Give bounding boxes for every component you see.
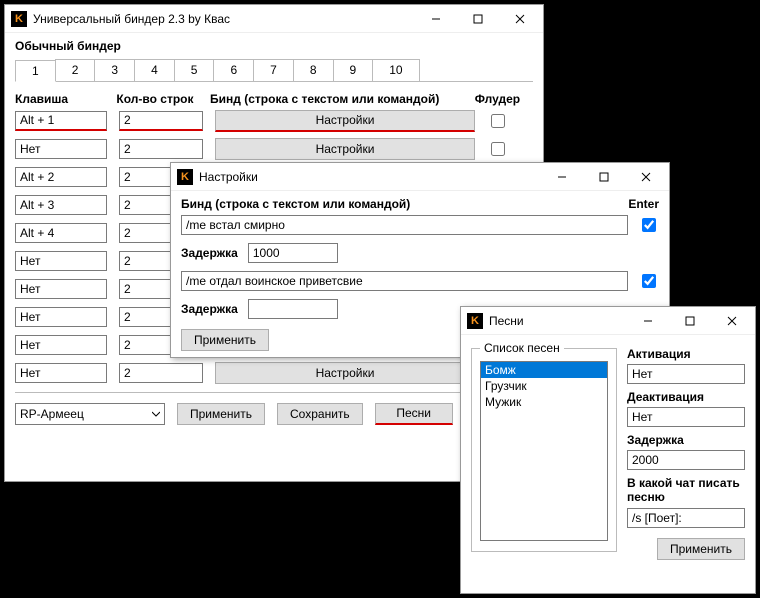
app-icon: K (467, 313, 483, 329)
list-item[interactable]: Грузчик (481, 378, 607, 394)
songs-list-group: Список песен БомжГрузчикМужик (471, 341, 617, 552)
songs-list-label: Список песен (480, 341, 564, 355)
count-input[interactable] (119, 111, 203, 131)
count-input[interactable] (119, 363, 203, 383)
row-settings-button[interactable]: Настройки (215, 110, 475, 132)
tab-10[interactable]: 10 (372, 59, 419, 81)
songs-window: K Песни Список песен БомжГрузчикМужик Ак… (460, 306, 756, 594)
apply-button[interactable]: Применить (177, 403, 265, 425)
delay-input-2[interactable] (248, 299, 338, 319)
close-button[interactable] (625, 164, 667, 190)
maximize-button[interactable] (669, 308, 711, 334)
delay-label-2: Задержка (181, 302, 238, 316)
tab-8[interactable]: 8 (293, 59, 334, 81)
tab-2[interactable]: 2 (55, 59, 96, 81)
header-bind: Бинд (строка с текстом или командой) (210, 92, 463, 106)
save-button[interactable]: Сохранить (277, 403, 363, 425)
enter-checkbox-1[interactable] (642, 218, 656, 232)
header-key: Клавиша (15, 92, 104, 106)
tab-1[interactable]: 1 (15, 60, 56, 82)
row-settings-button[interactable]: Настройки (215, 362, 475, 384)
activation-input[interactable] (627, 364, 745, 384)
delay-label-1: Задержка (181, 246, 238, 260)
key-input[interactable] (15, 223, 107, 243)
chat-input[interactable] (627, 508, 745, 528)
window-title: Песни (489, 314, 627, 328)
tab-9[interactable]: 9 (333, 59, 374, 81)
bind-row: Настройки (15, 138, 533, 160)
bind-row: Настройки (15, 110, 533, 132)
titlebar: K Песни (461, 307, 755, 335)
enter-checkbox-2[interactable] (642, 274, 656, 288)
minimize-button[interactable] (541, 164, 583, 190)
songs-button[interactable]: Песни (375, 403, 453, 425)
deactivation-input[interactable] (627, 407, 745, 427)
bind-row: Настройки (15, 362, 533, 384)
window-title: Настройки (199, 170, 541, 184)
tab-strip: 12345678910 (15, 59, 533, 82)
minimize-button[interactable] (627, 308, 669, 334)
column-headers: Клавиша Кол-во строк Бинд (строка с текс… (15, 92, 533, 106)
delay-label: Задержка (627, 433, 745, 447)
window-title: Универсальный биндер 2.3 by Квас (33, 12, 415, 26)
key-input[interactable] (15, 363, 107, 383)
app-icon: K (11, 11, 27, 27)
key-input[interactable] (15, 111, 107, 131)
profile-value: RP-Армеец (20, 407, 84, 421)
delay-input[interactable] (627, 450, 745, 470)
tab-7[interactable]: 7 (253, 59, 294, 81)
close-button[interactable] (711, 308, 753, 334)
minimize-button[interactable] (415, 6, 457, 32)
tab-4[interactable]: 4 (134, 59, 175, 81)
enter-header: Enter (628, 197, 659, 211)
bind-line-2[interactable] (181, 271, 628, 291)
key-input[interactable] (15, 307, 107, 327)
tab-3[interactable]: 3 (94, 59, 135, 81)
apply-button[interactable]: Применить (657, 538, 745, 560)
list-item[interactable]: Бомж (481, 362, 607, 378)
key-input[interactable] (15, 335, 107, 355)
key-input[interactable] (15, 251, 107, 271)
row-settings-button[interactable]: Настройки (215, 138, 475, 160)
key-input[interactable] (15, 139, 107, 159)
titlebar: K Настройки (171, 163, 669, 191)
activation-label: Активация (627, 347, 745, 361)
profile-select[interactable]: RP-Армеец (15, 403, 165, 425)
tab-5[interactable]: 5 (174, 59, 215, 81)
key-input[interactable] (15, 279, 107, 299)
titlebar: K Универсальный биндер 2.3 by Квас (5, 5, 543, 33)
key-input[interactable] (15, 195, 107, 215)
close-button[interactable] (499, 6, 541, 32)
app-icon: K (177, 169, 193, 185)
tab-6[interactable]: 6 (213, 59, 254, 81)
deactivation-label: Деактивация (627, 390, 745, 404)
bind-line-1[interactable] (181, 215, 628, 235)
header-flooder: Флудер (475, 92, 533, 106)
maximize-button[interactable] (457, 6, 499, 32)
bottom-bar: RP-Армеец Применить Сохранить Песни Вниз (15, 392, 533, 425)
flooder-checkbox[interactable] (491, 114, 505, 128)
count-input[interactable] (119, 139, 203, 159)
chevron-down-icon (152, 410, 160, 418)
section-title: Обычный биндер (15, 39, 533, 53)
header-count: Кол-во строк (116, 92, 198, 106)
key-input[interactable] (15, 167, 107, 187)
bind-header: Бинд (строка с текстом или командой) (181, 197, 410, 211)
apply-button[interactable]: Применить (181, 329, 269, 351)
chat-label: В какой чат писать песню (627, 476, 745, 505)
songs-listbox[interactable]: БомжГрузчикМужик (480, 361, 608, 541)
maximize-button[interactable] (583, 164, 625, 190)
flooder-checkbox[interactable] (491, 142, 505, 156)
delay-input-1[interactable] (248, 243, 338, 263)
list-item[interactable]: Мужик (481, 394, 607, 410)
